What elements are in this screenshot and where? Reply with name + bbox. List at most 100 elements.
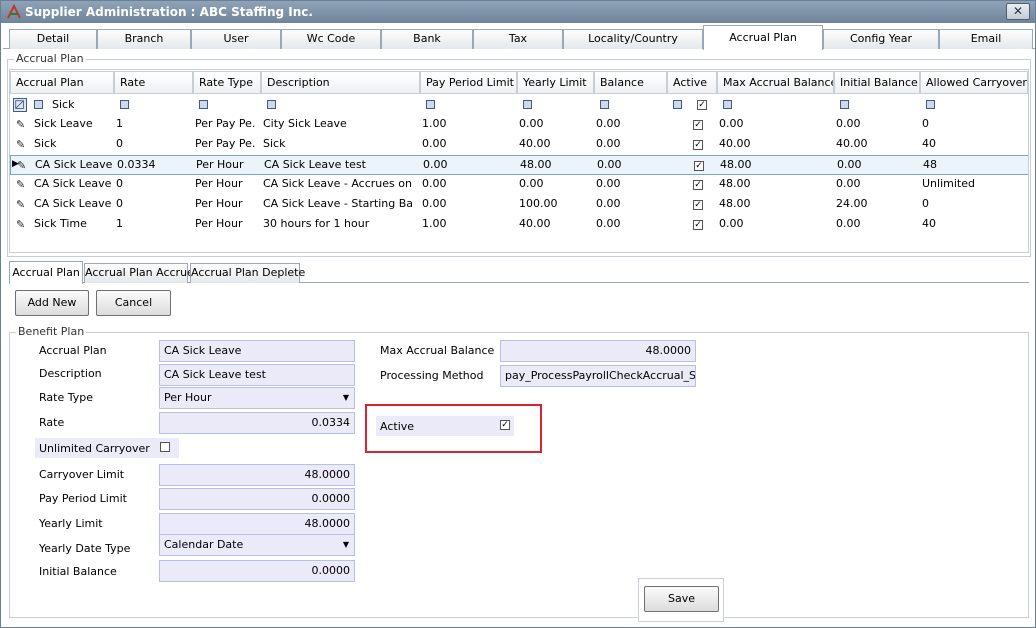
cell-max-accrual-balance: 0.00	[719, 217, 744, 230]
cell-initial-balance: 0.00	[836, 217, 861, 230]
accrual-plan-label: Accrual Plan	[39, 344, 107, 357]
unlimited-carryover-checkbox[interactable]	[160, 442, 170, 452]
filter-clear-icon[interactable]	[13, 98, 27, 112]
table-row[interactable]: ✎ CA Sick Leave... 0 Per Hour CA Sick Leave …	[10, 195, 1028, 215]
filter-description-operator[interactable]	[267, 100, 276, 109]
cell-active-checkbox[interactable]: ✓	[694, 161, 704, 171]
col-active[interactable]: Active	[667, 71, 717, 94]
cell-active-checkbox[interactable]: ✓	[693, 140, 703, 150]
cell-pay-period-limit: 0.00	[422, 197, 447, 210]
cell-pay-period-limit: 0.00	[422, 177, 447, 190]
filter-rate-type-operator[interactable]	[199, 100, 208, 109]
filter-accrual-plan-value[interactable]: Sick	[52, 98, 74, 111]
tab-branch[interactable]: Branch	[97, 29, 191, 49]
cell-initial-balance: 0.00	[836, 117, 861, 130]
col-balance[interactable]: Balance	[594, 71, 667, 94]
rate-type-select[interactable]: Per Hour ▼	[159, 387, 355, 409]
add-new-button[interactable]: Add New	[15, 290, 89, 316]
col-pay-period-limit[interactable]: Pay Period Limit	[420, 71, 517, 94]
tab-detail[interactable]: Detail	[9, 29, 97, 49]
tab-email[interactable]: Email	[939, 29, 1033, 49]
filter-yearly-limit-operator[interactable]	[523, 100, 532, 109]
active-label: Active	[380, 420, 415, 433]
edit-pencil-icon[interactable]: ✎	[16, 118, 26, 131]
tab-wc-code[interactable]: Wc Code	[281, 29, 381, 49]
yearly-date-type-label: Yearly Date Type	[39, 542, 131, 555]
filter-active-operator[interactable]	[673, 100, 682, 109]
filter-max-accrual-operator[interactable]	[723, 100, 732, 109]
subtab-accrual-plan-accrue[interactable]: Accrual Plan Accrue	[84, 263, 194, 283]
carryover-limit-field[interactable]: 48.0000	[159, 464, 355, 486]
filter-active-checkbox[interactable]: ✓	[697, 100, 707, 110]
yearly-limit-field[interactable]: 48.0000	[159, 513, 355, 535]
cell-active-checkbox[interactable]: ✓	[693, 220, 703, 230]
cell-initial-balance: 24.00	[836, 197, 868, 210]
table-row[interactable]: ✎ Sick 0 Per Pay Pe... Sick 0.00 40.00 0.00 ✓ 40.…	[10, 135, 1028, 155]
cell-description: City Sick Leave	[263, 117, 347, 130]
filter-rate-operator[interactable]	[120, 100, 129, 109]
cell-accrual-plan: Sick Leave	[34, 117, 93, 130]
pay-period-limit-label: Pay Period Limit	[39, 492, 127, 505]
yearly-date-type-select[interactable]: Calendar Date ▼	[159, 534, 355, 556]
filter-balance-operator[interactable]	[600, 100, 609, 109]
cell-rate-type: Per Hour	[195, 177, 243, 190]
cell-rate: 0	[116, 137, 123, 150]
tab-config-year[interactable]: Config Year	[823, 29, 939, 49]
cell-balance: 0.00	[596, 177, 621, 190]
cell-active-checkbox[interactable]: ✓	[693, 120, 703, 130]
cell-active-checkbox[interactable]: ✓	[693, 200, 703, 210]
subtab-accrual-plan-deplete[interactable]: Accrual Plan Deplete	[190, 263, 305, 283]
tab-locality-country[interactable]: Locality/Country	[563, 29, 703, 49]
tab-bank[interactable]: Bank	[381, 29, 473, 49]
accrual-plan-field[interactable]: CA Sick Leave	[159, 340, 355, 362]
filter-accrual-plan-operator[interactable]	[34, 100, 43, 109]
col-initial-balance[interactable]: Initial Balance	[834, 71, 920, 94]
col-rate-type[interactable]: Rate Type	[193, 71, 261, 94]
description-field[interactable]: CA Sick Leave test	[159, 364, 355, 386]
description-label: Description	[39, 367, 102, 380]
col-rate[interactable]: Rate	[114, 71, 193, 94]
pay-period-limit-field[interactable]: 0.0000	[159, 488, 355, 510]
max-accrual-balance-field[interactable]: 48.0000	[500, 340, 696, 362]
tab-accrual-plan[interactable]: Accrual Plan	[703, 25, 823, 50]
cell-yearly-limit: 40.00	[519, 137, 551, 150]
filter-allowed-carryover-operator[interactable]	[926, 100, 935, 109]
edit-pencil-icon[interactable]: ✎	[17, 159, 27, 172]
table-row[interactable]: ▶ ✎ CA Sick Leave 0.0334 Per Hour CA Sick Lea…	[10, 155, 1028, 175]
save-button[interactable]: Save	[644, 586, 719, 612]
filter-initial-balance-operator[interactable]	[840, 100, 849, 109]
table-row[interactable]: ✎ CA Sick Leave... 0 Per Hour CA Sick Leave …	[10, 175, 1028, 195]
col-max-accrual-balance[interactable]: Max Accrual Balance	[717, 71, 834, 94]
cancel-button[interactable]: Cancel	[96, 290, 171, 316]
filter-pay-period-limit-operator[interactable]	[426, 100, 435, 109]
tab-user[interactable]: User	[191, 29, 281, 49]
initial-balance-field[interactable]: 0.0000	[159, 560, 355, 582]
close-button[interactable]: ✕	[1006, 3, 1030, 20]
col-description[interactable]: Description	[261, 71, 420, 94]
cell-allowed-carryover: 40	[922, 217, 936, 230]
active-checkbox[interactable]: ✓	[500, 420, 510, 430]
sub-tab-strip: Accrual Plan Accrual Plan Accrue Accrual…	[9, 261, 1029, 284]
cell-yearly-limit: 0.00	[519, 117, 544, 130]
max-accrual-balance-label: Max Accrual Balance	[380, 344, 495, 357]
cell-pay-period-limit: 0.00	[423, 158, 448, 171]
cell-active-checkbox[interactable]: ✓	[693, 180, 703, 190]
cell-pay-period-limit: 0.00	[422, 137, 447, 150]
subtab-accrual-plan[interactable]: Accrual Plan	[9, 261, 83, 284]
edit-pencil-icon[interactable]: ✎	[16, 198, 26, 211]
edit-pencil-icon[interactable]: ✎	[16, 178, 26, 191]
table-row[interactable]: ✎ Sick Time 1 Per Hour 30 hours for 1 hour 1.…	[10, 215, 1028, 235]
cell-balance: 0.00	[596, 117, 621, 130]
col-allowed-carryover[interactable]: Allowed Carryover	[920, 71, 1028, 94]
processing-method-field[interactable]: pay_ProcessPayrollCheckAccrual_SickI	[500, 365, 696, 387]
table-row[interactable]: ✎ Sick Leave 1 Per Pay Pe... City Sick Leave…	[10, 115, 1028, 135]
col-accrual-plan[interactable]: Accrual Plan	[10, 71, 114, 94]
edit-pencil-icon[interactable]: ✎	[16, 138, 26, 151]
col-yearly-limit[interactable]: Yearly Limit	[517, 71, 594, 94]
tab-tax[interactable]: Tax	[473, 29, 563, 49]
benefit-plan-group-title: Benefit Plan	[16, 325, 87, 338]
edit-pencil-icon[interactable]: ✎	[16, 218, 26, 231]
chevron-down-icon: ▼	[342, 393, 349, 402]
rate-field[interactable]: 0.0334	[159, 412, 355, 434]
cell-yearly-limit: 100.00	[519, 197, 558, 210]
